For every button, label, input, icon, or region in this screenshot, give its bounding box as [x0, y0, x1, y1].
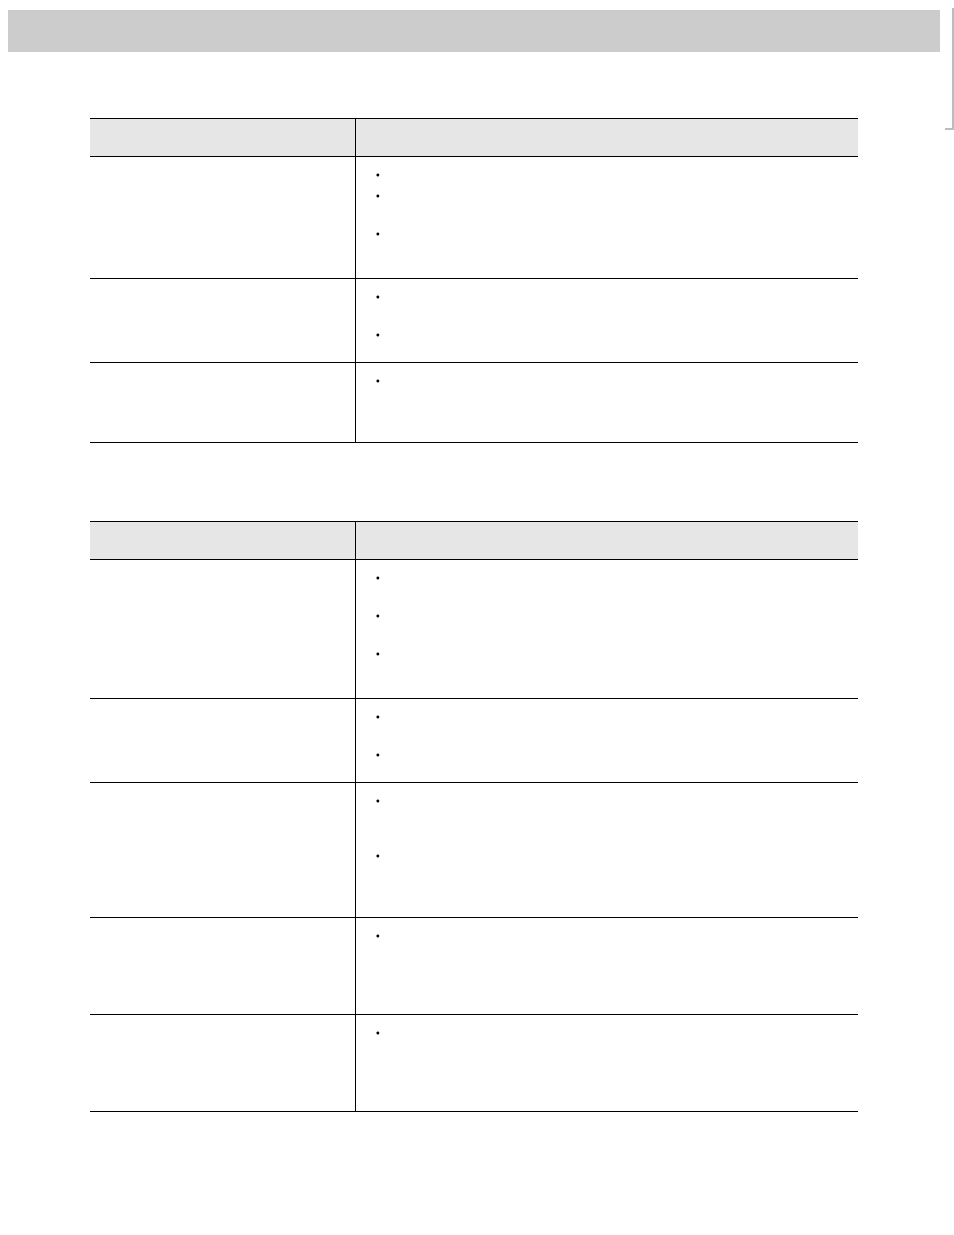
- bullet-list: [370, 709, 845, 764]
- section-title: [90, 493, 858, 511]
- table-row: [90, 363, 858, 443]
- table-column-header: [355, 522, 858, 560]
- table-row-content: [355, 560, 858, 699]
- table-column-header: [90, 119, 355, 157]
- table-row-label: [90, 1015, 355, 1112]
- table-header-row: [90, 119, 858, 157]
- bullet-item: [370, 188, 845, 222]
- table-row-label: [90, 918, 355, 1015]
- bullet-list: [370, 570, 845, 680]
- table-row-content: [355, 918, 858, 1015]
- bullet-item: [370, 608, 845, 642]
- bullet-item: [370, 747, 845, 764]
- section-title: [90, 90, 858, 108]
- table-row-content: [355, 279, 858, 363]
- bullet-item: [370, 570, 845, 604]
- table-row-content: [355, 363, 858, 443]
- table-row: [90, 699, 858, 783]
- bullet-list: [370, 373, 845, 424]
- scrollbar-track: [945, 8, 954, 130]
- data-table: [90, 521, 858, 1112]
- bullet-item: [370, 167, 845, 184]
- table-row-content: [355, 157, 858, 279]
- document-page: [0, 0, 954, 1235]
- table-row-content: [355, 1015, 858, 1112]
- table-row-content: [355, 699, 858, 783]
- bullet-item: [370, 289, 845, 323]
- bullet-item: [370, 373, 845, 424]
- bullet-item: [370, 226, 845, 260]
- bullet-item: [370, 848, 845, 899]
- table-header-row: [90, 522, 858, 560]
- bullet-item: [370, 327, 845, 344]
- table-column-header: [90, 522, 355, 560]
- table-column-header: [355, 119, 858, 157]
- table-row-label: [90, 560, 355, 699]
- table-row-label: [90, 157, 355, 279]
- table-row-label: [90, 699, 355, 783]
- table-row-label: [90, 279, 355, 363]
- table-row: [90, 918, 858, 1015]
- bullet-list: [370, 167, 845, 260]
- data-table: [90, 118, 858, 443]
- table-row: [90, 157, 858, 279]
- table-row: [90, 560, 858, 699]
- bullet-item: [370, 1025, 845, 1093]
- page-content: [90, 90, 858, 1175]
- bullet-list: [370, 289, 845, 344]
- bullet-list: [370, 1025, 845, 1093]
- table-row-label: [90, 363, 355, 443]
- bullet-list: [370, 793, 845, 899]
- table-row: [90, 1015, 858, 1112]
- bullet-item: [370, 793, 845, 844]
- bullet-item: [370, 928, 845, 996]
- table-row-label: [90, 783, 355, 918]
- table-row-content: [355, 783, 858, 918]
- table-row: [90, 279, 858, 363]
- table-row: [90, 783, 858, 918]
- page-header-bar: [8, 10, 940, 52]
- bullet-list: [370, 928, 845, 996]
- bullet-item: [370, 709, 845, 743]
- bullet-item: [370, 646, 845, 680]
